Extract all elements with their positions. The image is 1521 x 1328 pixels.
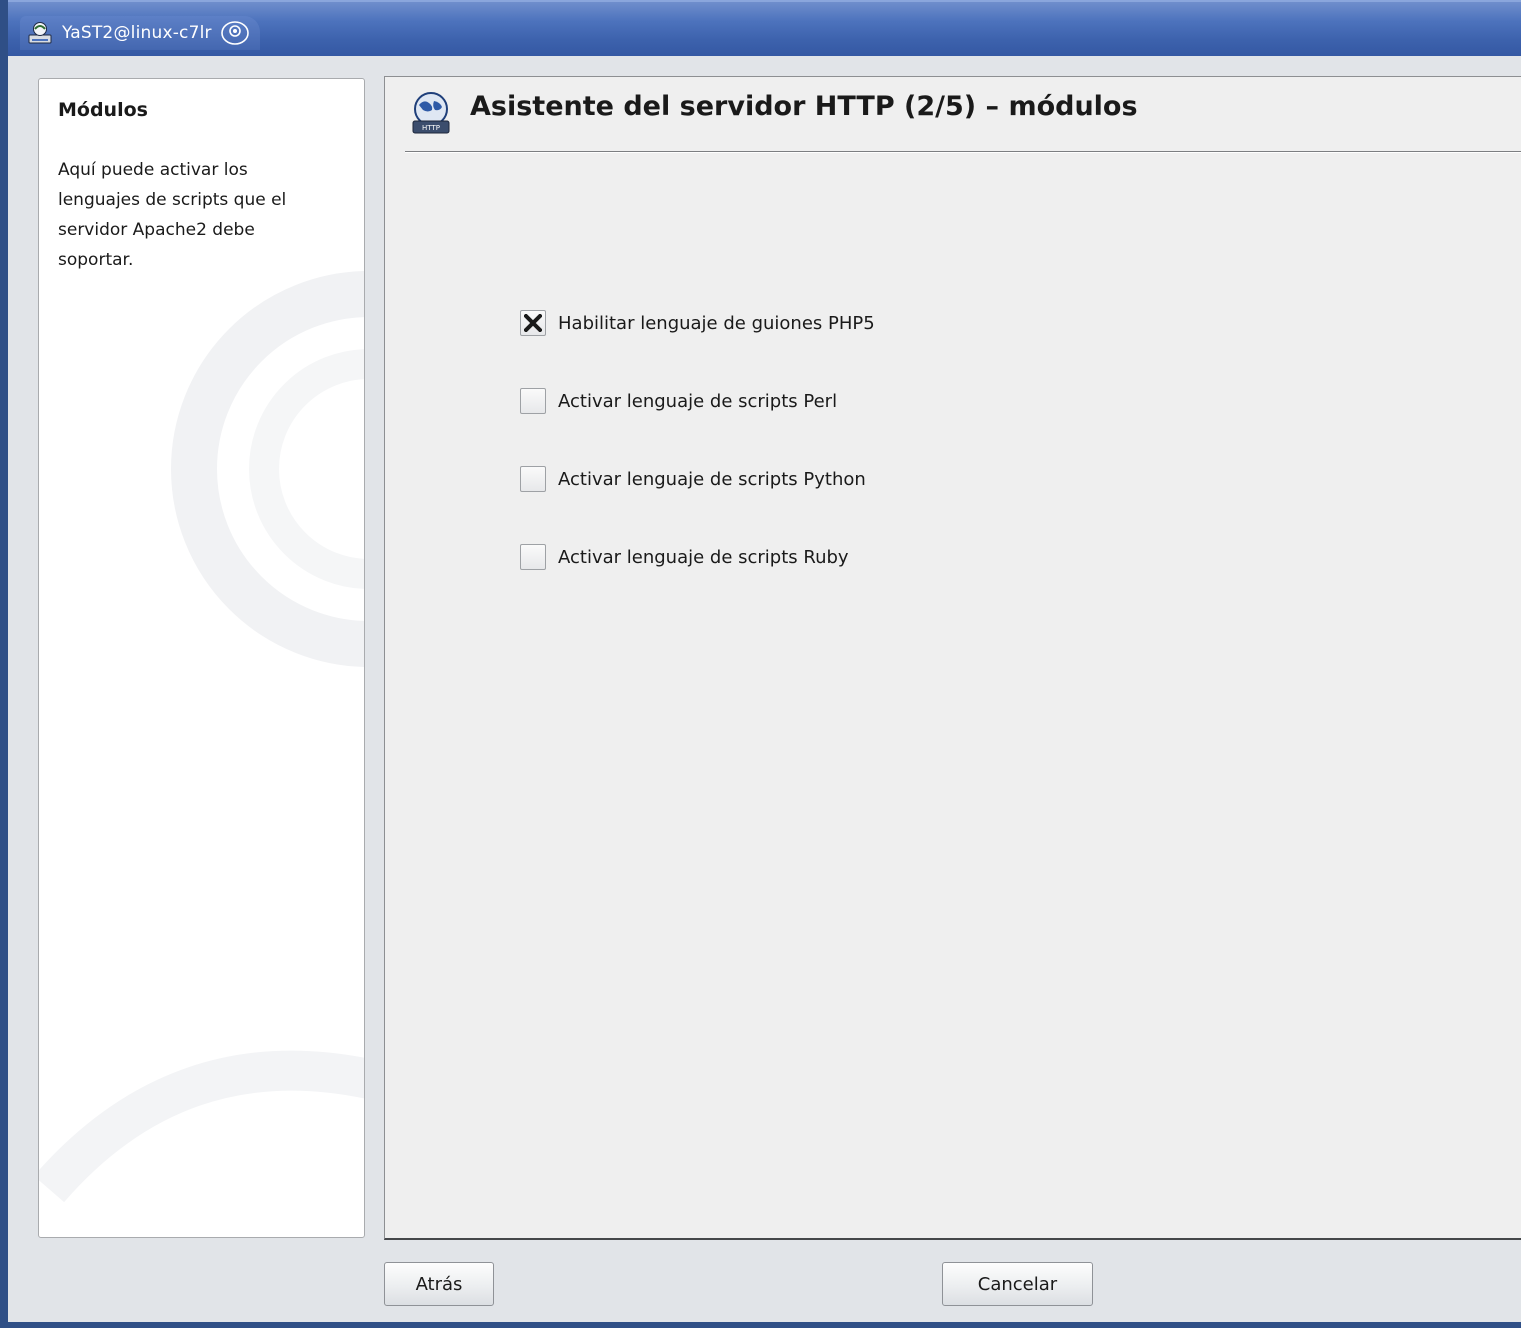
yast-app-icon[interactable] [26, 20, 54, 46]
perl-option-label[interactable]: Activar lenguaje de scripts Perl [558, 391, 837, 412]
cancel-button[interactable]: Cancelar [942, 1262, 1093, 1306]
php5-option[interactable]: Habilitar lenguaje de guiones PHP5 [520, 307, 875, 339]
help-title: Módulos [58, 99, 148, 121]
window-client-area: Módulos Aquí puede activar los lenguajes… [8, 56, 1521, 1322]
python-option[interactable]: Activar lenguaje de scripts Python [520, 463, 866, 495]
php5-checkbox[interactable] [520, 310, 546, 336]
window-titlebar[interactable]: YaST2@linux-c7lr [8, 0, 1521, 56]
php5-option-label[interactable]: Habilitar lenguaje de guiones PHP5 [558, 313, 875, 334]
cancel-button-label: Cancelar [977, 1273, 1058, 1295]
wizard-content-panel: HTTP Asistente del servidor HTTP (2/5) –… [384, 76, 1521, 1240]
window-menu-spiral-icon[interactable] [220, 19, 250, 47]
back-button-label: Atrás [415, 1273, 463, 1295]
header-divider [405, 151, 1521, 153]
yast-window: YaST2@linux-c7lr Módulos Aquí puede acti… [0, 0, 1521, 1328]
back-button[interactable]: Atrás [384, 1262, 494, 1306]
checkmark-x-icon [524, 314, 542, 332]
window-title: YaST2@linux-c7lr [62, 23, 212, 43]
python-checkbox[interactable] [520, 466, 546, 492]
python-option-label[interactable]: Activar lenguaje de scripts Python [558, 469, 866, 490]
ruby-option-label[interactable]: Activar lenguaje de scripts Ruby [558, 547, 849, 568]
wizard-title: Asistente del servidor HTTP (2/5) – módu… [470, 91, 1138, 122]
help-panel: Módulos Aquí puede activar los lenguajes… [38, 78, 365, 1238]
svg-text:HTTP: HTTP [422, 124, 440, 132]
window-title-tab[interactable]: YaST2@linux-c7lr [20, 16, 260, 50]
http-server-globe-icon: HTTP [407, 89, 455, 137]
perl-option[interactable]: Activar lenguaje de scripts Perl [520, 385, 837, 417]
help-text: Aquí puede activar los lenguajes de scri… [58, 160, 287, 270]
ruby-checkbox[interactable] [520, 544, 546, 570]
ruby-option[interactable]: Activar lenguaje de scripts Ruby [520, 541, 849, 573]
perl-checkbox[interactable] [520, 388, 546, 414]
